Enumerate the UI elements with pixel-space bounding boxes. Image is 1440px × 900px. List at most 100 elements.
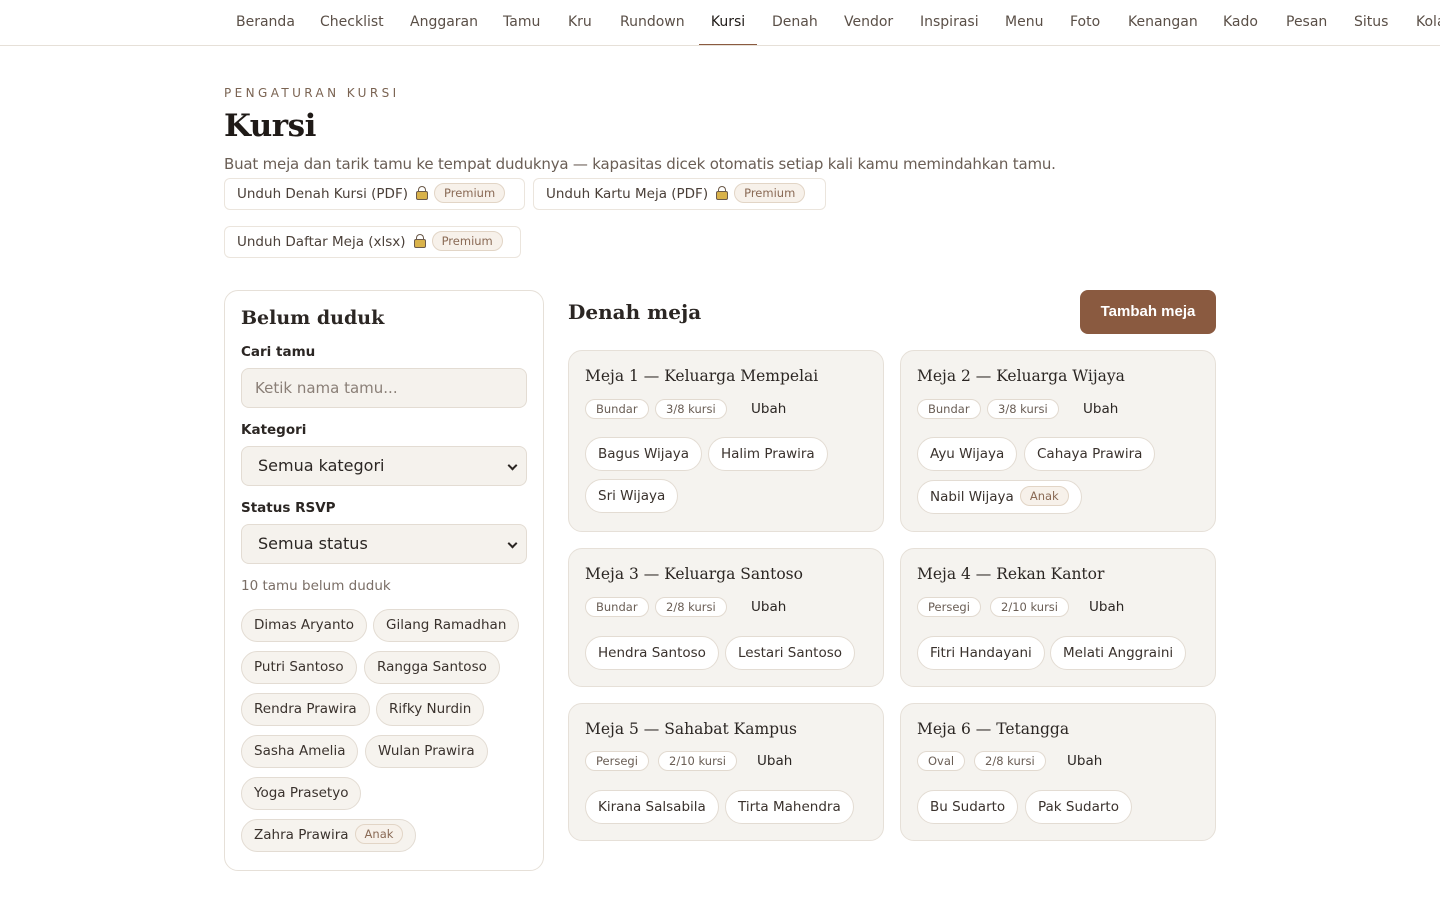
seated-guest-chip[interactable]: Halim Prawira <box>708 437 828 471</box>
seated-guest-chip[interactable]: Pak Sudarto <box>1025 790 1132 824</box>
nav-pesan[interactable]: Pesan <box>1286 0 1327 45</box>
table-name: Meja 1 — Keluarga Mempelai <box>585 367 819 385</box>
search-label: Cari tamu <box>241 344 316 360</box>
nav-denah[interactable]: Denah <box>772 0 818 45</box>
chevron-down-icon <box>507 538 518 549</box>
guest-search-input[interactable]: Ketik nama tamu... <box>241 368 527 408</box>
nav-situs[interactable]: Situs <box>1354 0 1388 45</box>
edit-table-button[interactable]: Ubah <box>751 599 786 615</box>
guest-name: Gilang Ramadhan <box>386 617 507 633</box>
guest-name: Tirta Mahendra <box>738 799 841 815</box>
guest-chip[interactable]: Rangga Santoso <box>364 651 500 684</box>
seated-guest-chip[interactable]: Hendra Santoso <box>585 636 719 670</box>
table-capacity: 3/8 kursi <box>655 399 727 419</box>
page-title: Kursi <box>224 108 316 144</box>
edit-table-button[interactable]: Ubah <box>751 401 786 417</box>
seated-guest-chip[interactable]: Bagus Wijaya <box>585 437 703 471</box>
table-card[interactable]: Meja 2 — Keluarga Wijaya Bundar 3/8 kurs… <box>900 350 1216 532</box>
seated-guest-chip[interactable]: Lestari Santoso <box>725 636 856 670</box>
table-shape: Persegi <box>917 597 981 617</box>
edit-table-button[interactable]: Ubah <box>1067 753 1102 769</box>
nav-rundown[interactable]: Rundown <box>620 0 685 45</box>
rsvp-status-label: Status RSVP <box>241 500 336 516</box>
table-card[interactable]: Meja 3 — Keluarga Santoso Bundar 2/8 kur… <box>568 548 884 687</box>
guest-name: Dimas Aryanto <box>254 617 355 633</box>
seated-guest-chip[interactable]: Sri Wijaya <box>585 479 679 513</box>
edit-table-button[interactable]: Ubah <box>1089 599 1124 615</box>
table-shape: Bundar <box>917 399 981 419</box>
table-capacity: 3/8 kursi <box>987 399 1059 419</box>
premium-badge: Premium <box>431 231 503 251</box>
table-card[interactable]: Meja 1 — Keluarga Mempelai Bundar 3/8 ku… <box>568 350 884 532</box>
guest-chip[interactable]: Wulan Prawira <box>365 735 488 768</box>
rsvp-status-select[interactable]: Semua status <box>241 524 527 564</box>
guest-name: Bu Sudarto <box>930 799 1006 815</box>
table-card[interactable]: Meja 6 — Tetangga Oval 2/8 kursi Ubah Bu… <box>900 703 1216 841</box>
guest-chip[interactable]: Yoga Prasetyo <box>241 777 362 810</box>
page-subtitle: Buat meja dan tarik tamu ke tempat duduk… <box>224 155 1056 173</box>
nav-kola[interactable]: Kola <box>1416 0 1440 45</box>
seated-guest-chip[interactable]: Melati Anggraini <box>1050 636 1187 670</box>
nav-beranda[interactable]: Beranda <box>236 0 295 45</box>
seated-guest-chip[interactable]: Fitri Handayani <box>917 636 1045 670</box>
seated-guest-chip[interactable]: Kirana Salsabila <box>585 790 719 824</box>
nav-kado[interactable]: Kado <box>1223 0 1258 45</box>
nav-inspirasi[interactable]: Inspirasi <box>920 0 979 45</box>
guest-name: Hendra Santoso <box>598 645 706 661</box>
seated-guest-chip[interactable]: Ayu Wijaya <box>917 437 1018 471</box>
premium-badge: Premium <box>434 183 506 203</box>
guest-name: Halim Prawira <box>721 446 815 462</box>
download-label: Unduh Daftar Meja (xlsx) <box>237 234 406 250</box>
nav-checklist[interactable]: Checklist <box>320 0 384 45</box>
guest-chip[interactable]: Dimas Aryanto <box>241 609 368 642</box>
table-name: Meja 4 — Rekan Kantor <box>917 565 1105 583</box>
edit-table-button[interactable]: Ubah <box>757 753 792 769</box>
guest-name: Putri Santoso <box>254 659 344 675</box>
nav-tamu[interactable]: Tamu <box>503 0 540 45</box>
table-shape: Bundar <box>585 597 649 617</box>
nav-vendor[interactable]: Vendor <box>844 0 893 45</box>
edit-table-button[interactable]: Ubah <box>1083 401 1118 417</box>
table-capacity: 2/10 kursi <box>990 597 1069 617</box>
download-table-list-xlsx-button[interactable]: Unduh Daftar Meja (xlsx) Premium <box>224 226 521 258</box>
nav-menu[interactable]: Menu <box>1005 0 1043 45</box>
table-name: Meja 2 — Keluarga Wijaya <box>917 367 1125 385</box>
table-name: Meja 6 — Tetangga <box>917 720 1070 738</box>
nav-foto[interactable]: Foto <box>1070 0 1100 45</box>
lock-icon <box>413 233 426 248</box>
guest-name: Rangga Santoso <box>377 659 487 675</box>
guest-chip[interactable]: Rendra Prawira <box>241 693 370 726</box>
guest-name: Yoga Prasetyo <box>254 785 349 801</box>
download-table-cards-pdf-button[interactable]: Unduh Kartu Meja (PDF) Premium <box>533 178 826 210</box>
download-seating-pdf-button[interactable]: Unduh Denah Kursi (PDF) Premium <box>224 178 525 210</box>
category-select[interactable]: Semua kategori <box>241 446 527 486</box>
seated-guest-chip[interactable]: Nabil Wijaya Anak <box>917 480 1082 514</box>
add-table-button[interactable]: Tambah meja <box>1080 290 1216 334</box>
guest-chip[interactable]: Rifky Nurdin <box>376 693 485 726</box>
table-shape: Persegi <box>585 751 649 771</box>
unseated-title: Belum duduk <box>241 307 385 329</box>
table-capacity: 2/8 kursi <box>655 597 727 617</box>
guest-name: Lestari Santoso <box>738 645 843 661</box>
seated-guest-chip[interactable]: Cahaya Prawira <box>1024 437 1156 471</box>
category-label: Kategori <box>241 422 307 438</box>
seated-guest-chip[interactable]: Tirta Mahendra <box>725 790 854 824</box>
nav-kenangan[interactable]: Kenangan <box>1128 0 1198 45</box>
table-card[interactable]: Meja 4 — Rekan Kantor Persegi 2/10 kursi… <box>900 548 1216 687</box>
nav-kursi[interactable]: Kursi <box>699 0 757 45</box>
category-value: Semua kategori <box>258 456 385 475</box>
download-label: Unduh Denah Kursi (PDF) <box>237 186 408 202</box>
guest-chip[interactable]: Sasha Amelia <box>241 735 359 768</box>
guest-name: Bagus Wijaya <box>598 446 690 462</box>
guest-chip[interactable]: Putri Santoso <box>241 651 357 684</box>
guest-chip[interactable]: Zahra Prawira Anak <box>241 819 417 852</box>
nav-anggaran[interactable]: Anggaran <box>410 0 478 45</box>
download-label: Unduh Kartu Meja (PDF) <box>546 186 709 202</box>
nav-kru[interactable]: Kru <box>568 0 592 45</box>
table-name: Meja 3 — Keluarga Santoso <box>585 565 803 583</box>
guest-chip[interactable]: Gilang Ramadhan <box>373 609 520 642</box>
table-card[interactable]: Meja 5 — Sahabat Kampus Persegi 2/10 kur… <box>568 703 884 841</box>
table-capacity: 2/8 kursi <box>974 751 1046 771</box>
seated-guest-chip[interactable]: Bu Sudarto <box>917 790 1019 824</box>
guest-name: Melati Anggraini <box>1063 645 1174 661</box>
